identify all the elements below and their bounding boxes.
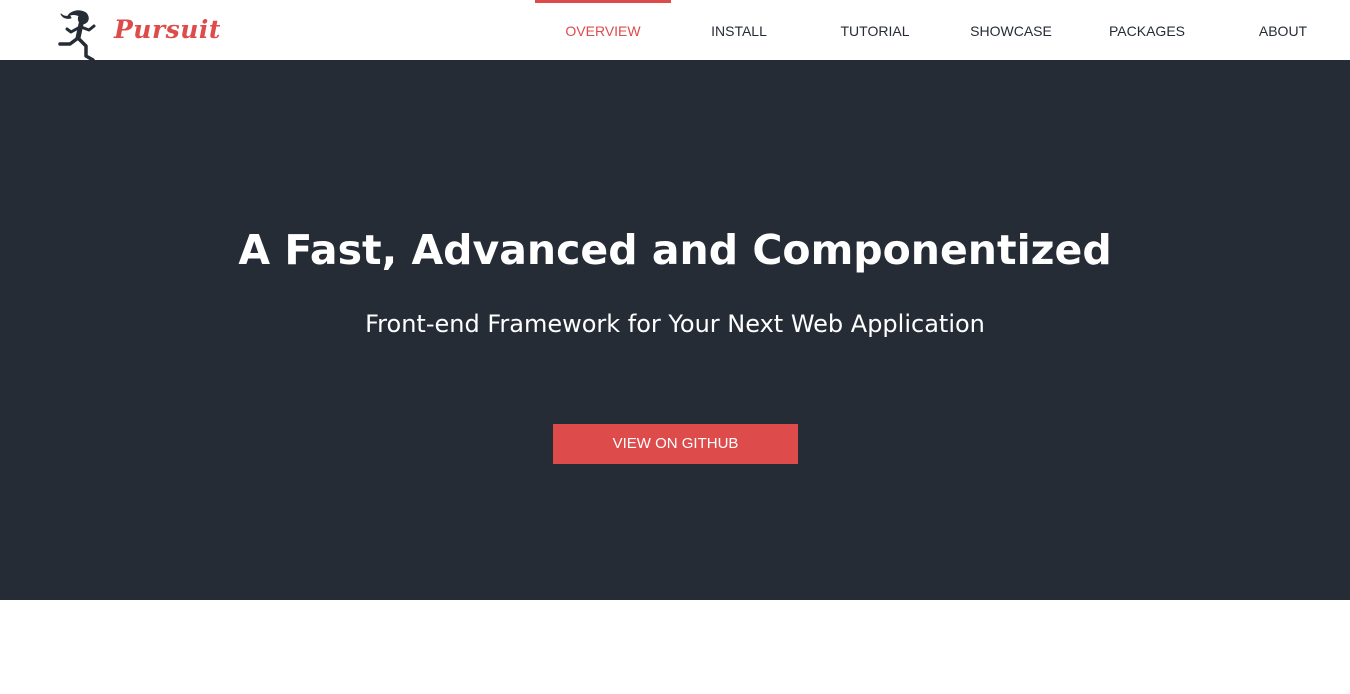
view-on-github-button[interactable]: VIEW ON GITHUB — [553, 424, 798, 464]
site-header: Pursuit OVERVIEW INSTALL TUTORIAL SHOWCA… — [0, 0, 1350, 62]
hero-title: A Fast, Advanced and Componentized — [238, 226, 1112, 274]
logo-link[interactable]: Pursuit — [56, 8, 220, 62]
content-area — [0, 600, 1350, 694]
nav-item-packages[interactable]: PACKAGES — [1079, 0, 1215, 60]
runner-icon — [58, 10, 96, 62]
brand-name: Pursuit — [114, 15, 221, 44]
hero-section: A Fast, Advanced and Componentized Front… — [0, 60, 1350, 600]
hero-subtitle: Front-end Framework for Your Next Web Ap… — [365, 310, 985, 338]
nav-item-install[interactable]: INSTALL — [671, 0, 807, 60]
nav-item-showcase[interactable]: SHOWCASE — [943, 0, 1079, 60]
nav-item-tutorial[interactable]: TUTORIAL — [807, 0, 943, 60]
nav-item-overview[interactable]: OVERVIEW — [535, 0, 671, 60]
main-nav: OVERVIEW INSTALL TUTORIAL SHOWCASE PACKA… — [535, 0, 1350, 60]
nav-item-about[interactable]: ABOUT — [1215, 0, 1350, 60]
